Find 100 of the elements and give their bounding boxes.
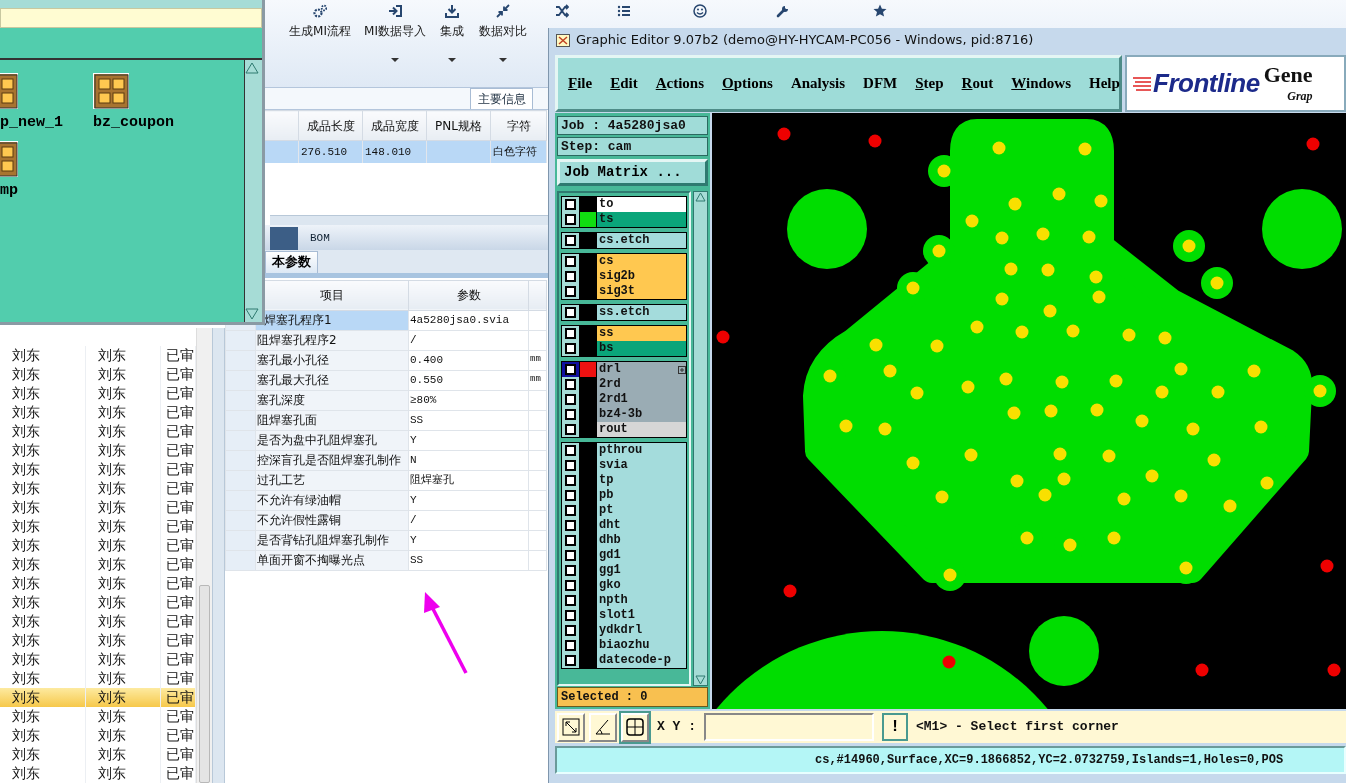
layer-row[interactable]: pb <box>597 488 686 503</box>
down-arrow-icon[interactable] <box>695 675 706 685</box>
layer-row[interactable]: tp <box>597 473 686 488</box>
toolbar-button[interactable]: MI数据导入 <box>355 0 435 87</box>
layer-row[interactable]: pthrou <box>597 443 686 458</box>
layer-name[interactable]: svia <box>599 458 628 473</box>
layer-row[interactable]: dhb <box>597 533 686 548</box>
list-row[interactable]: 刘东 刘东 已审 <box>0 764 195 783</box>
layer-name[interactable]: cs <box>599 254 614 269</box>
tab[interactable]: 本参数 <box>265 250 318 273</box>
layer-row[interactable]: dht <box>597 518 686 533</box>
layer-name[interactable]: bs <box>599 341 614 356</box>
layer-name[interactable]: npth <box>599 593 628 608</box>
list-row[interactable]: 刘东 刘东 已审 <box>0 650 195 669</box>
menu-item[interactable]: Edit <box>610 72 638 95</box>
layer-row[interactable]: 2rd1 <box>597 392 686 407</box>
list-row[interactable]: 刘东 刘东 已审 <box>0 555 195 574</box>
layer-name[interactable]: datecode-p <box>599 653 671 668</box>
list-row[interactable]: 刘东 刘东 已审 <box>0 441 195 460</box>
layer-row[interactable]: gd1 <box>597 548 686 563</box>
expand-icon[interactable] <box>678 365 686 374</box>
layer-name[interactable]: dhb <box>599 533 621 548</box>
layer-name[interactable]: pthrou <box>599 443 643 458</box>
layer-row[interactable]: gg1 <box>597 563 686 578</box>
list-row[interactable]: 刘东 刘东 已审 <box>0 403 195 422</box>
color-swatch[interactable] <box>580 362 596 377</box>
tab[interactable]: BOM <box>304 226 336 250</box>
layer-row[interactable]: ydkdrl <box>597 623 686 638</box>
tab[interactable] <box>270 226 298 250</box>
layer-name[interactable]: gko <box>599 578 621 593</box>
layer-name[interactable]: gd1 <box>599 548 621 563</box>
menu-item[interactable]: Options <box>722 72 773 95</box>
list-row[interactable]: 刘东 刘东 已审 <box>0 726 195 745</box>
list-row[interactable]: 刘东 刘东 已审 <box>0 365 195 384</box>
layer-name[interactable]: gg1 <box>599 563 621 578</box>
alert-button[interactable]: ! <box>882 713 908 741</box>
layer-row[interactable]: npth <box>597 593 686 608</box>
layer-name[interactable]: 2rd <box>599 377 621 392</box>
layer-name[interactable]: pb <box>599 488 614 503</box>
layer-name[interactable]: sig3t <box>599 284 635 299</box>
layer-name[interactable]: drl <box>599 362 621 377</box>
menu-item[interactable]: Help <box>1089 72 1120 95</box>
layer-name[interactable]: tp <box>599 473 614 488</box>
layer-row[interactable]: drl <box>597 362 686 377</box>
color-swatch[interactable] <box>580 212 596 227</box>
list-row[interactable]: 刘东 刘东 已审 <box>0 384 195 403</box>
menu-item[interactable]: DFM <box>863 72 898 95</box>
layer-name[interactable]: bz4-3b <box>599 407 643 422</box>
down-arrow-icon[interactable] <box>245 308 259 320</box>
layer-name[interactable]: dht <box>599 518 621 533</box>
layer-name[interactable]: 2rd1 <box>599 392 628 407</box>
layer-name[interactable]: biaozhu <box>599 638 650 653</box>
scrollbar[interactable] <box>693 191 708 686</box>
job-matrix-button[interactable]: Job Matrix ... <box>557 159 708 186</box>
tab[interactable]: 主要信息 <box>470 88 533 109</box>
list-row[interactable]: 刘东 刘东 已审 <box>0 593 195 612</box>
layer-row[interactable]: bs <box>597 341 686 356</box>
toolbar-button[interactable]: 生成MI流程 <box>285 0 355 87</box>
input-field[interactable] <box>0 8 262 28</box>
layer-name[interactable]: sig2b <box>599 269 635 284</box>
layer-name[interactable]: ts <box>599 212 614 227</box>
list-row[interactable]: 刘东 刘东 已审 <box>0 631 195 650</box>
tool-button[interactable] <box>621 712 649 742</box>
layer-row[interactable]: rout <box>597 422 686 437</box>
list-row[interactable]: 刘东 刘东 已审 <box>0 536 195 555</box>
layer-row[interactable]: sig3t <box>597 284 686 299</box>
list-row[interactable]: 刘东 刘东 已审 <box>0 517 195 536</box>
item-label[interactable]: bz_coupon <box>93 115 174 131</box>
list-row[interactable]: 刘东 刘东 已审 <box>0 745 195 764</box>
list-row[interactable]: 刘东 刘东 已审 <box>0 422 195 441</box>
layer-row[interactable]: datecode-p <box>597 653 686 668</box>
menu-item[interactable]: Actions <box>655 72 705 95</box>
layer-row[interactable]: biaozhu <box>597 638 686 653</box>
layer-name[interactable]: ss <box>599 326 614 341</box>
list-row[interactable]: 刘东 刘东 已审 <box>0 574 195 593</box>
list-row[interactable]: 刘东 刘东 已审 <box>0 346 195 365</box>
list-row[interactable]: 刘东 刘东 已审 <box>0 707 195 726</box>
layer-row[interactable]: bz4-3b <box>597 407 686 422</box>
layer-name[interactable]: pt <box>599 503 614 518</box>
layer-row[interactable]: to <box>597 197 686 212</box>
menu-item[interactable]: Step <box>915 72 944 95</box>
job-icon[interactable] <box>93 73 129 109</box>
list-row[interactable]: 刘东 刘东 已审 <box>0 479 195 498</box>
layer-name[interactable]: rout <box>599 422 628 437</box>
scrollbar[interactable] <box>244 60 262 322</box>
layer-row[interactable]: ss <box>597 326 686 341</box>
layer-name[interactable]: slot1 <box>599 608 635 623</box>
layer-row[interactable]: pt <box>597 503 686 518</box>
up-arrow-icon[interactable] <box>695 192 706 202</box>
menu-item[interactable]: Analysis <box>790 72 846 95</box>
menu-item[interactable]: Windows <box>1011 72 1072 95</box>
menu-item[interactable]: File <box>568 72 593 95</box>
layer-row[interactable]: sig2b <box>597 269 686 284</box>
toolbar-button[interactable]: 数据对比 <box>469 0 537 87</box>
scroll-thumb[interactable] <box>198 585 210 783</box>
item-label[interactable]: p_new_1 <box>0 115 63 131</box>
item-label[interactable]: mp <box>0 183 18 199</box>
layer-name[interactable]: to <box>599 197 614 212</box>
up-arrow-icon[interactable] <box>245 62 259 74</box>
layer-name[interactable]: ydkdrl <box>599 623 643 638</box>
